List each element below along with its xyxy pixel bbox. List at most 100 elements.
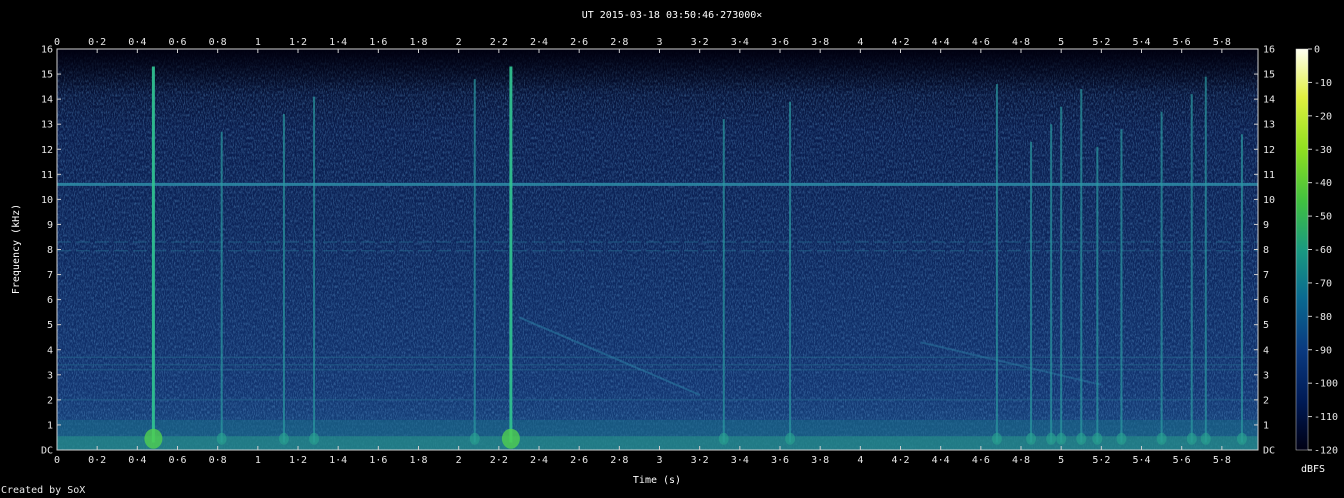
x-tick-label: 3 bbox=[656, 455, 662, 466]
x-tick-label: 5·4 bbox=[1132, 455, 1150, 466]
x-tick-label: 3·2 bbox=[691, 37, 709, 48]
burst-glow bbox=[1156, 432, 1167, 445]
x-tick-label: 0·8 bbox=[209, 455, 227, 466]
colorbar-tick-label: -80 bbox=[1314, 312, 1332, 323]
x-tick-label: 3·4 bbox=[731, 455, 749, 466]
y-tick-label: 5 bbox=[1263, 320, 1269, 331]
y-tick-label: 5 bbox=[47, 320, 53, 331]
y-tick-label: 6 bbox=[1263, 295, 1269, 306]
x-tick-label: 0·6 bbox=[168, 455, 186, 466]
x-tick-label: 2·4 bbox=[530, 455, 548, 466]
y-tick-label: 15 bbox=[41, 70, 53, 81]
x-tick-label: 0 bbox=[54, 455, 60, 466]
colorbar-tick-label: -40 bbox=[1314, 178, 1332, 189]
burst-glow bbox=[309, 432, 320, 445]
burst-glow bbox=[1056, 432, 1067, 445]
y-tick-label: 8 bbox=[1263, 245, 1269, 256]
x-tick-label: 3·4 bbox=[731, 37, 749, 48]
colorbar-tick-label: -60 bbox=[1314, 245, 1332, 256]
burst-glow bbox=[1076, 432, 1087, 445]
burst-glow bbox=[1046, 432, 1057, 445]
x-tick-label: 5·2 bbox=[1092, 37, 1110, 48]
x-tick-label: 2·2 bbox=[490, 455, 508, 466]
spectrogram-figure: UT 2015-03-18 03:50:46·273000× 0 0 0·2 0·2 0… bbox=[11, 10, 1338, 486]
burst-glow bbox=[469, 432, 480, 445]
x-axis-label: Time (s) bbox=[633, 475, 681, 486]
burst-glow bbox=[501, 428, 520, 449]
x-tick-label: 0 bbox=[54, 37, 60, 48]
x-tick-label: 0·2 bbox=[88, 455, 106, 466]
colorbar bbox=[1295, 48, 1309, 451]
y-tick-label: 8 bbox=[47, 245, 53, 256]
y-tick-label: 10 bbox=[41, 195, 53, 206]
x-tick-label: 1·8 bbox=[409, 37, 427, 48]
y-tick-label: 2 bbox=[1263, 395, 1269, 406]
x-tick-label: 5 bbox=[1058, 37, 1064, 48]
x-tick-label: 0·4 bbox=[128, 455, 146, 466]
y-tick-label: 15 bbox=[1263, 70, 1275, 81]
x-tick-label: 3·8 bbox=[811, 37, 829, 48]
y-tick-label: 4 bbox=[1263, 345, 1269, 356]
top-fade bbox=[57, 49, 1258, 94]
y-tick-label: 3 bbox=[1263, 370, 1269, 381]
y-tick-label: 13 bbox=[41, 120, 53, 131]
x-tick-label: 5·2 bbox=[1092, 455, 1110, 466]
colorbar-tick-label: -50 bbox=[1314, 212, 1332, 223]
x-tick-label: 1 bbox=[255, 455, 261, 466]
x-tick-label: 2·8 bbox=[610, 37, 628, 48]
burst-glow bbox=[1092, 432, 1103, 445]
x-tick-label: 0·2 bbox=[88, 37, 106, 48]
y-tick-label: 1 bbox=[1263, 420, 1269, 431]
x-tick-label: 1·6 bbox=[369, 37, 387, 48]
x-tick-label: 5·6 bbox=[1173, 37, 1191, 48]
x-tick-label: 0·8 bbox=[209, 37, 227, 48]
x-tick-label: 2·6 bbox=[570, 37, 588, 48]
colorbar-tick-label: -10 bbox=[1314, 78, 1332, 89]
x-tick-label: 2·2 bbox=[490, 37, 508, 48]
x-tick-label: 1·4 bbox=[329, 455, 347, 466]
x-tick-label: 4·4 bbox=[932, 37, 950, 48]
x-tick-label: 1·6 bbox=[369, 455, 387, 466]
colorbar-tick-label: -70 bbox=[1314, 278, 1332, 289]
x-tick-label: 3 bbox=[656, 37, 662, 48]
colorbar-tick-label: -110 bbox=[1314, 412, 1338, 423]
x-tick-label: 2·8 bbox=[610, 455, 628, 466]
colorbar-tick-label: -20 bbox=[1314, 111, 1332, 122]
y-tick-label: DC bbox=[41, 446, 53, 457]
chart-title: UT 2015-03-18 03:50:46·273000× bbox=[582, 10, 763, 21]
burst-glow bbox=[216, 432, 227, 445]
x-tick-label: 2 bbox=[456, 37, 462, 48]
x-tick-label: 1·8 bbox=[409, 455, 427, 466]
x-tick-label: 5·8 bbox=[1213, 37, 1231, 48]
y-tick-label: 9 bbox=[1263, 220, 1269, 231]
footer-credit: Created by SoX bbox=[1, 485, 86, 496]
y-axis-label: Frequency (kHz) bbox=[11, 204, 22, 294]
x-tick-label: 1·2 bbox=[289, 37, 307, 48]
burst-glow bbox=[1186, 432, 1197, 445]
x-tick-label: 3·2 bbox=[691, 455, 709, 466]
x-tick-label: 5 bbox=[1058, 455, 1064, 466]
x-tick-label: 3·6 bbox=[771, 455, 789, 466]
x-tick-label: 4 bbox=[857, 37, 863, 48]
x-tick-label: 2·6 bbox=[570, 455, 588, 466]
y-tick-label: 3 bbox=[47, 370, 53, 381]
colorbar-tick-label: -100 bbox=[1314, 379, 1338, 390]
x-tick-label: 2 bbox=[456, 455, 462, 466]
x-tick-label: 3·6 bbox=[771, 37, 789, 48]
y-tick-label: 16 bbox=[1263, 45, 1275, 56]
y-tick-label: 10 bbox=[1263, 195, 1275, 206]
plot-area bbox=[57, 49, 1258, 450]
x-tick-label: 4·6 bbox=[972, 37, 990, 48]
x-tick-label: 4·2 bbox=[891, 37, 909, 48]
x-tick-label: 4·4 bbox=[932, 455, 950, 466]
noise-texture bbox=[57, 49, 1258, 450]
x-tick-label: 5·8 bbox=[1213, 455, 1231, 466]
y-tick-label: 7 bbox=[47, 270, 53, 281]
burst-glow bbox=[1026, 432, 1037, 445]
y-tick-label: 12 bbox=[41, 145, 53, 156]
x-tick-label: 0·6 bbox=[168, 37, 186, 48]
x-tick-label: 5·6 bbox=[1173, 455, 1191, 466]
x-tick-label: 4 bbox=[857, 455, 863, 466]
burst-glow bbox=[144, 428, 163, 449]
x-tick-label: 1 bbox=[255, 37, 261, 48]
